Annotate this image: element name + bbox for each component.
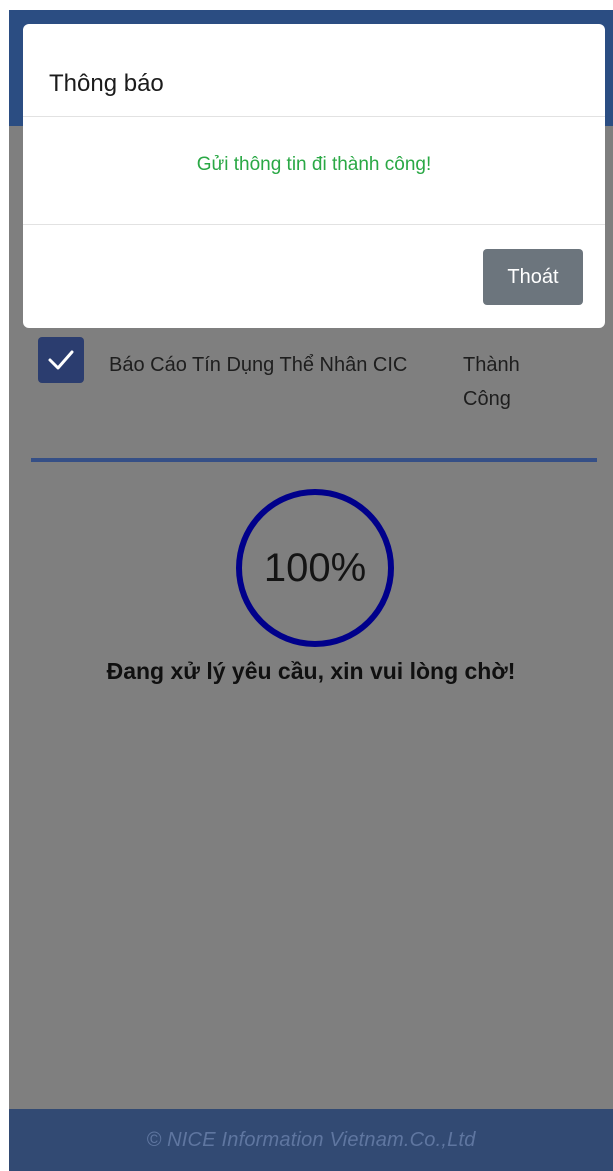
dialog-message: Gửi thông tin đi thành công!: [196, 154, 432, 175]
list-item: Báo Cáo Tín Dụng Thể Nhân CIC Thành Công: [38, 334, 598, 424]
dialog-header-divider: [23, 116, 605, 117]
progress-percent: 100%: [263, 545, 367, 590]
divider: [31, 458, 597, 462]
item-label: Báo Cáo Tín Dụng Thể Nhân CIC: [109, 354, 408, 376]
notification-dialog: Thông báo Gửi thông tin đi thành công! T…: [23, 24, 605, 328]
processing-message: Đang xử lý yêu cầu, xin vui lòng chờ!: [106, 658, 516, 684]
dialog-footer-divider: [23, 224, 605, 225]
item-checkbox[interactable]: [38, 337, 84, 383]
app-screen: Báo Cáo Tín Dụng Thể Nhân CIC Thành Công…: [9, 10, 613, 1171]
dialog-title: Thông báo: [49, 70, 164, 97]
item-status: Thành Công: [463, 354, 520, 410]
check-icon: [48, 350, 74, 370]
copyright-text: © NICE Information Vietnam.Co.,Ltd: [146, 1128, 476, 1151]
exit-button[interactable]: Thoát: [483, 249, 583, 305]
footer: © NICE Information Vietnam.Co.,Ltd: [9, 1109, 613, 1171]
